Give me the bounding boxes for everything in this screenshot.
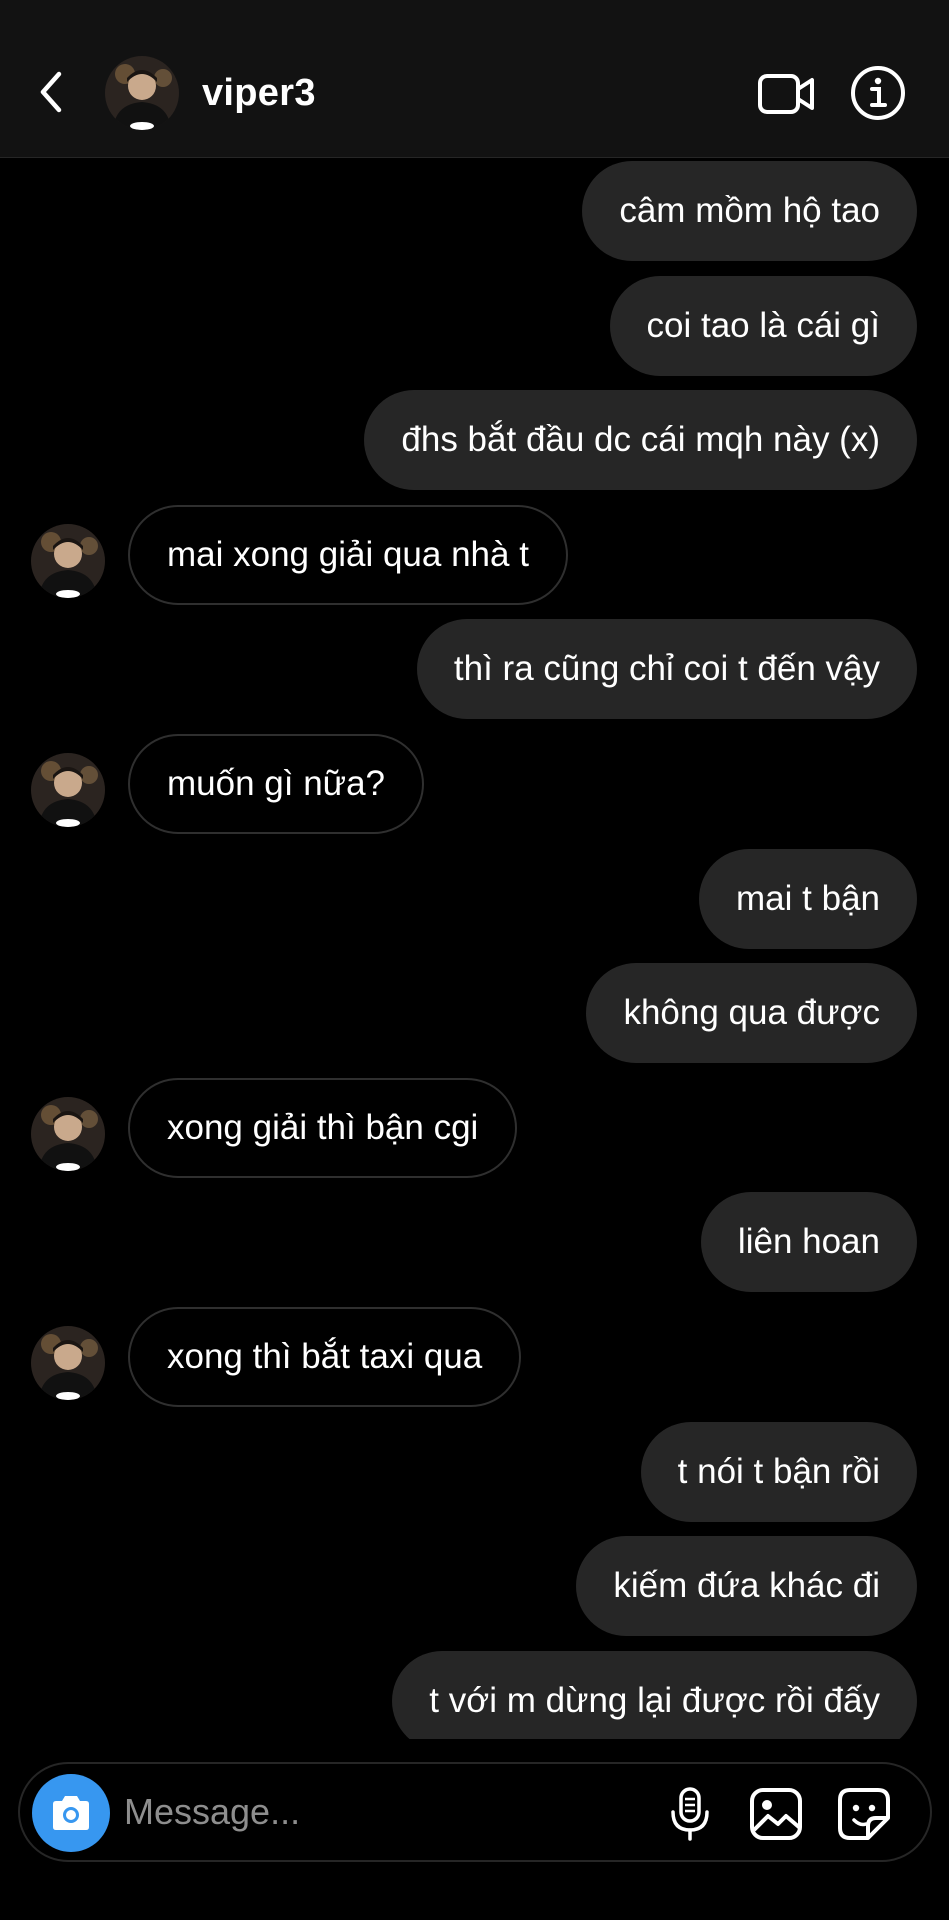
received-message-bubble[interactable]: xong thì bắt taxi qua: [128, 1307, 522, 1407]
info-icon: [851, 66, 905, 120]
gallery-icon: [750, 1788, 802, 1840]
sent-message-bubble[interactable]: t nói t bận rồi: [640, 1422, 917, 1522]
chat-header: viper3: [0, 0, 949, 158]
sent-message-bubble[interactable]: đhs bắt đầu dc cái mqh này (x): [364, 390, 917, 490]
message-row: t nói t bận rồi: [0, 1422, 949, 1522]
message-row: liên hoan: [0, 1192, 949, 1292]
message-input[interactable]: [124, 1784, 624, 1840]
message-row: t với m dừng lại được rồi đấy: [0, 1651, 949, 1739]
avatar[interactable]: [105, 56, 179, 130]
received-message-bubble[interactable]: mai xong giải qua nhà t: [128, 505, 568, 605]
sent-message-bubble[interactable]: thì ra cũng chỉ coi t đến vậy: [416, 619, 917, 719]
gallery-button[interactable]: [748, 1786, 804, 1842]
message-row: xong giải thì bận cgi: [0, 1078, 949, 1178]
message-row: muốn gì nữa?: [0, 734, 949, 834]
message-row: mai xong giải qua nhà t: [0, 505, 949, 605]
sent-message-bubble[interactable]: kiếm đứa khác đi: [576, 1536, 917, 1636]
message-row: câm mồm hộ tao: [0, 161, 949, 261]
video-camera-icon: [758, 74, 814, 114]
avatar[interactable]: [31, 524, 105, 598]
avatar[interactable]: [31, 753, 105, 827]
sticker-button[interactable]: [836, 1786, 892, 1842]
message-composer: [18, 1762, 932, 1862]
received-message-bubble[interactable]: muốn gì nữa?: [128, 734, 425, 834]
camera-icon: [53, 1796, 89, 1830]
message-row: không qua được: [0, 963, 949, 1063]
chat-username[interactable]: viper3: [202, 72, 316, 115]
avatar[interactable]: [31, 1097, 105, 1171]
message-row: coi tao là cái gì: [0, 276, 949, 376]
voice-message-button[interactable]: [662, 1786, 718, 1842]
sent-message-bubble[interactable]: không qua được: [586, 963, 917, 1063]
message-thread[interactable]: câm mồm hộ tao coi tao là cái gì đhs bắt đ…: [0, 159, 949, 1739]
message-row: kiếm đứa khác đi: [0, 1536, 949, 1636]
camera-button[interactable]: [32, 1774, 110, 1852]
message-row: đhs bắt đầu dc cái mqh này (x): [0, 390, 949, 490]
sent-message-bubble[interactable]: câm mồm hộ tao: [582, 161, 917, 261]
sent-message-bubble[interactable]: mai t bận: [699, 849, 917, 949]
sent-message-bubble[interactable]: t với m dừng lại được rồi đấy: [392, 1651, 917, 1739]
microphone-icon: [671, 1787, 709, 1841]
message-row: thì ra cũng chỉ coi t đến vậy: [0, 619, 949, 719]
chevron-left-icon: [40, 71, 62, 113]
info-button[interactable]: [850, 65, 906, 121]
message-row: mai t bận: [0, 849, 949, 949]
avatar[interactable]: [31, 1326, 105, 1400]
received-message-bubble[interactable]: xong giải thì bận cgi: [128, 1078, 518, 1178]
back-button[interactable]: [30, 62, 70, 122]
sent-message-bubble[interactable]: liên hoan: [700, 1192, 917, 1292]
sticker-icon: [838, 1788, 890, 1840]
sent-message-bubble[interactable]: coi tao là cái gì: [609, 276, 917, 376]
video-call-button[interactable]: [756, 70, 816, 118]
message-row: xong thì bắt taxi qua: [0, 1307, 949, 1407]
